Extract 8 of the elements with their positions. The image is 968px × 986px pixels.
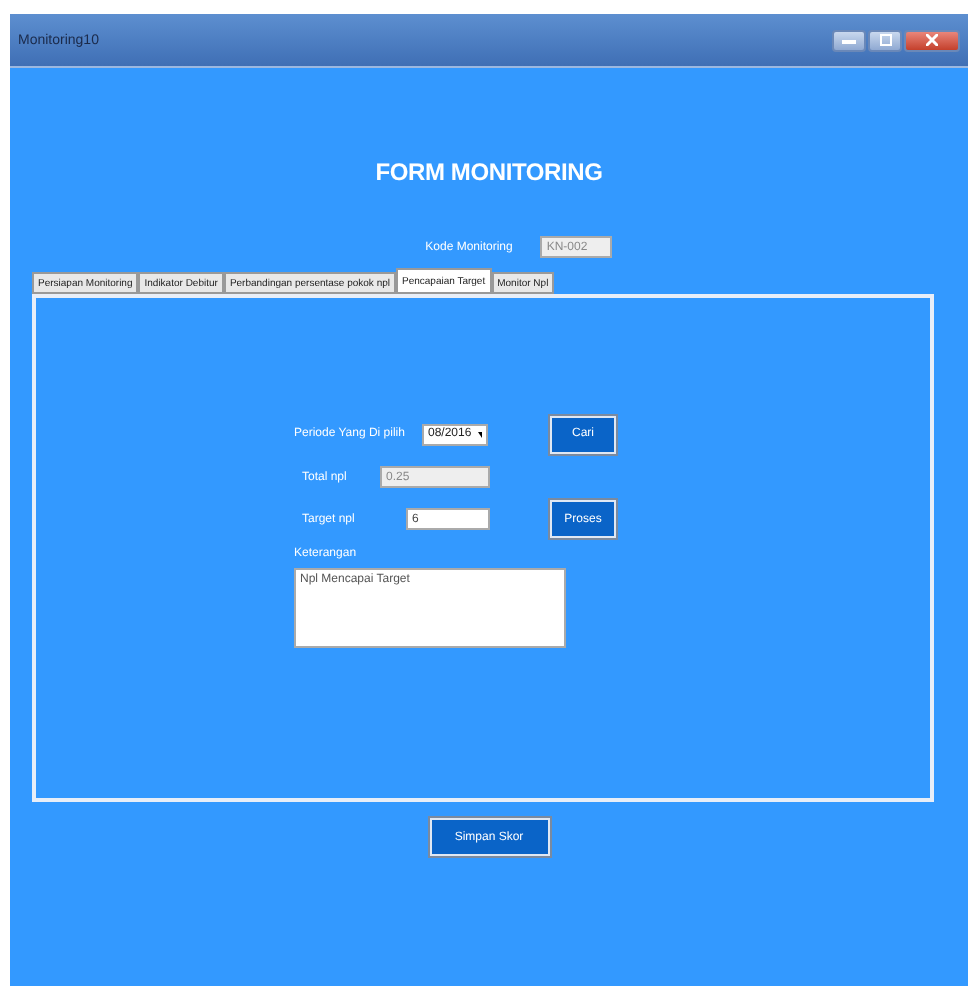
minimize-button[interactable] [832,29,866,51]
maximize-icon [879,34,891,46]
maximize-button[interactable] [868,29,902,51]
close-button[interactable] [904,29,960,51]
minimize-icon [842,37,856,43]
form-heading: FORM MONITORING [375,158,603,186]
dropdown-arrow-icon [477,431,482,437]
close-icon [926,34,938,46]
